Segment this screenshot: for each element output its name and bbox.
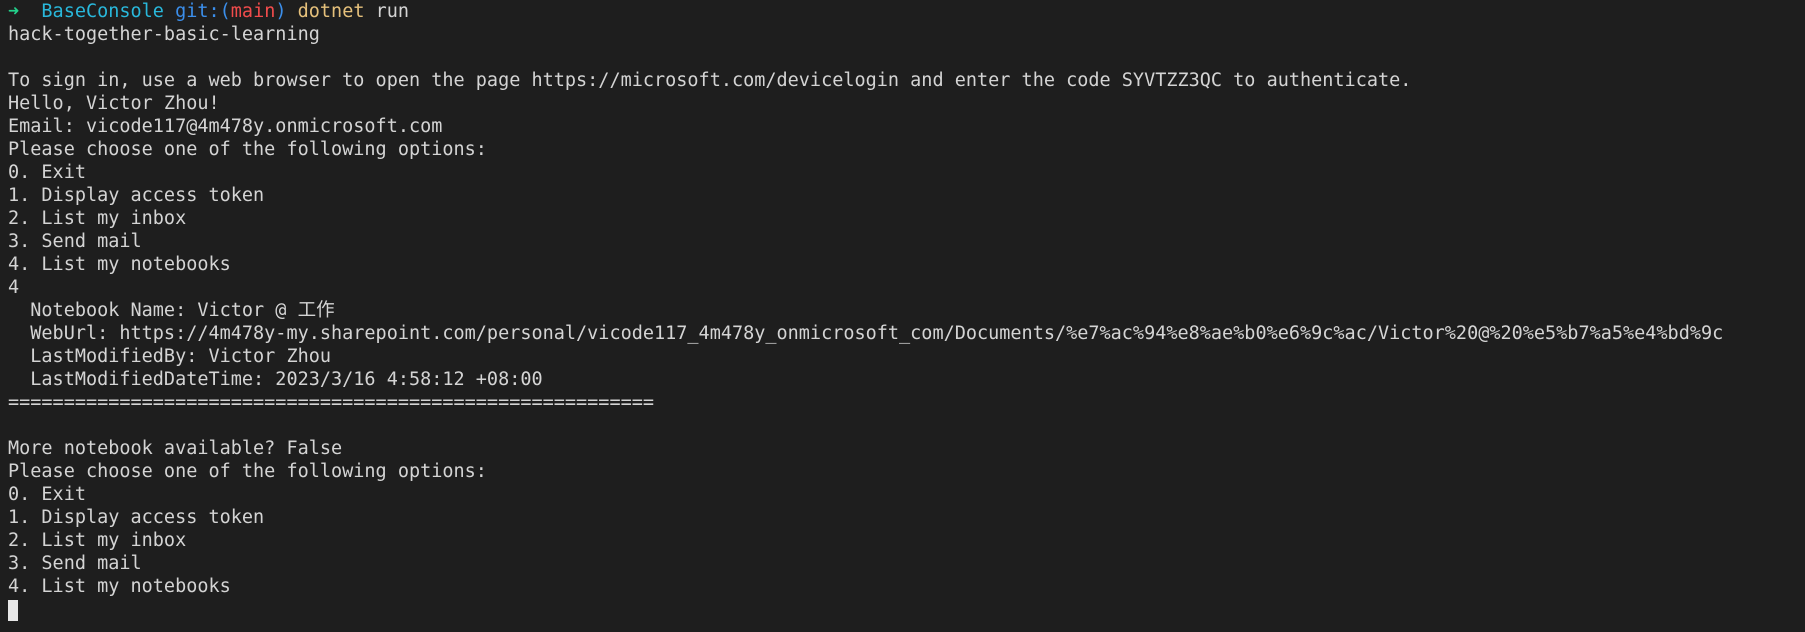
prompt-command: dotnet [297, 1, 365, 22]
output-line: Hello, Victor Zhou! [8, 93, 220, 114]
output-line: More notebook available? False [8, 438, 343, 459]
output-line: 1. Display access token [8, 185, 265, 206]
terminal-window[interactable]: ➜ BaseConsole git:(main) dotnet run hack… [0, 0, 1805, 632]
prompt-git-branch: main [230, 1, 276, 22]
output-line: 4 [8, 277, 20, 298]
prompt-directory: BaseConsole [41, 1, 164, 22]
output-line: LastModifiedBy: Victor Zhou [8, 346, 332, 367]
output-line: 0. Exit [8, 162, 86, 183]
output-line: 4. List my notebooks [8, 576, 231, 597]
output-line: LastModifiedDateTime: 2023/3/16 4:58:12 … [8, 369, 543, 390]
output-line: Please choose one of the following optio… [8, 139, 487, 160]
prompt-arrow-icon: ➜ [8, 1, 20, 22]
output-line: 3. Send mail [8, 231, 142, 252]
output-line: Please choose one of the following optio… [8, 461, 487, 482]
prompt-line: ➜ BaseConsole git:(main) dotnet run [8, 0, 1797, 23]
output-line: 4. List my notebooks [8, 254, 231, 275]
text-cursor [8, 600, 18, 621]
output-line: hack-together-basic-learning [8, 24, 320, 45]
prompt-git-close: ) [275, 1, 287, 22]
output-line: 2. List my inbox [8, 208, 187, 229]
output-line: 0. Exit [8, 484, 86, 505]
output-line: To sign in, use a web browser to open th… [8, 70, 1412, 91]
output-line: 1. Display access token [8, 507, 265, 528]
prompt-args: run [375, 1, 410, 22]
output-line: WebUrl: https://4m478y-my.sharepoint.com… [8, 323, 1724, 344]
output-line: 3. Send mail [8, 553, 142, 574]
output-line: 2. List my inbox [8, 530, 187, 551]
prompt-git-label: git:( [175, 1, 231, 22]
output-line: Email: vicode117@4m478y.onmicrosoft.com [8, 116, 443, 137]
input-line[interactable] [8, 598, 1797, 621]
output-line: Notebook Name: Victor @ 工作 [8, 300, 335, 321]
output-line: ========================================… [8, 392, 655, 413]
